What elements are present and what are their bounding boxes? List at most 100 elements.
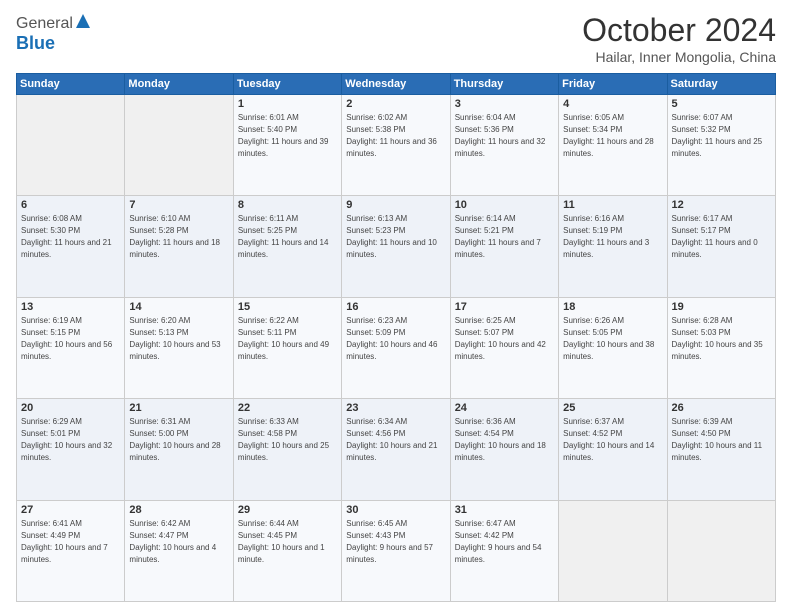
day-info: Sunrise: 6:01 AMSunset: 5:40 PMDaylight:… bbox=[238, 112, 337, 160]
logo: General Blue bbox=[16, 12, 93, 54]
day-number: 17 bbox=[455, 301, 554, 313]
calendar-day bbox=[559, 500, 667, 601]
calendar-day bbox=[125, 95, 233, 196]
day-number: 13 bbox=[21, 301, 120, 313]
day-info: Sunrise: 6:26 AMSunset: 5:05 PMDaylight:… bbox=[563, 315, 662, 363]
calendar-day: 20Sunrise: 6:29 AMSunset: 5:01 PMDayligh… bbox=[17, 399, 125, 500]
logo-icon bbox=[74, 12, 92, 30]
day-info: Sunrise: 6:17 AMSunset: 5:17 PMDaylight:… bbox=[672, 213, 771, 261]
logo-general-text: General bbox=[16, 15, 73, 33]
calendar-day bbox=[667, 500, 775, 601]
day-number: 19 bbox=[672, 301, 771, 313]
day-info: Sunrise: 6:41 AMSunset: 4:49 PMDaylight:… bbox=[21, 518, 120, 566]
location: Hailar, Inner Mongolia, China bbox=[582, 49, 776, 65]
day-number: 8 bbox=[238, 199, 337, 211]
day-number: 15 bbox=[238, 301, 337, 313]
calendar-day: 17 Sunrise: 6:25 AMSunset: 5:07 PMDayligh… bbox=[450, 297, 558, 398]
day-header-tuesday: Tuesday bbox=[233, 74, 341, 95]
calendar-day: 1Sunrise: 6:01 AMSunset: 5:40 PMDaylight… bbox=[233, 95, 341, 196]
calendar-day: 16Sunrise: 6:23 AMSunset: 5:09 PMDayligh… bbox=[342, 297, 450, 398]
calendar-day: 5 Sunrise: 6:07 AMSunset: 5:32 PMDaylight… bbox=[667, 95, 775, 196]
calendar-day: 21 Sunrise: 6:31 AMSunset: 5:00 PMDayligh… bbox=[125, 399, 233, 500]
calendar-day: 26 Sunrise: 6:39 AMSunset: 4:50 PMDayligh… bbox=[667, 399, 775, 500]
day-header-wednesday: Wednesday bbox=[342, 74, 450, 95]
day-number: 21 bbox=[129, 402, 228, 414]
day-info: Sunrise: 6:19 AMSunset: 5:15 PMDaylight:… bbox=[21, 315, 120, 363]
calendar-week-4: 20Sunrise: 6:29 AMSunset: 5:01 PMDayligh… bbox=[17, 399, 776, 500]
day-info: Sunrise: 6:36 AMSunset: 4:54 PMDaylight:… bbox=[455, 416, 554, 464]
day-info: Sunrise: 6:04 AMSunset: 5:36 PMDaylight:… bbox=[455, 112, 554, 160]
day-number: 10 bbox=[455, 199, 554, 211]
day-number: 6 bbox=[21, 199, 120, 211]
calendar-day: 12 Sunrise: 6:17 AMSunset: 5:17 PMDayligh… bbox=[667, 196, 775, 297]
day-number: 16 bbox=[346, 301, 445, 313]
day-number: 24 bbox=[455, 402, 554, 414]
day-number: 22 bbox=[238, 402, 337, 414]
calendar-day: 13 Sunrise: 6:19 AMSunset: 5:15 PMDayligh… bbox=[17, 297, 125, 398]
day-info: Sunrise: 6:11 AMSunset: 5:25 PMDaylight:… bbox=[238, 213, 337, 261]
day-info: Sunrise: 6:25 AMSunset: 5:07 PMDaylight:… bbox=[455, 315, 554, 363]
day-info: Sunrise: 6:07 AMSunset: 5:32 PMDaylight:… bbox=[672, 112, 771, 160]
calendar-day: 10 Sunrise: 6:14 AMSunset: 5:21 PMDayligh… bbox=[450, 196, 558, 297]
day-info: Sunrise: 6:39 AMSunset: 4:50 PMDaylight:… bbox=[672, 416, 771, 464]
day-number: 26 bbox=[672, 402, 771, 414]
month-title: October 2024 bbox=[582, 12, 776, 49]
calendar-day: 11 Sunrise: 6:16 AMSunset: 5:19 PMDayligh… bbox=[559, 196, 667, 297]
day-number: 29 bbox=[238, 504, 337, 516]
page: General Blue October 2024 Hailar, Inner … bbox=[0, 0, 792, 612]
title-area: October 2024 Hailar, Inner Mongolia, Chi… bbox=[582, 12, 776, 65]
day-number: 31 bbox=[455, 504, 554, 516]
day-number: 18 bbox=[563, 301, 662, 313]
calendar-week-5: 27 Sunrise: 6:41 AMSunset: 4:49 PMDayligh… bbox=[17, 500, 776, 601]
day-info: Sunrise: 6:45 AMSunset: 4:43 PMDaylight:… bbox=[346, 518, 445, 566]
calendar-day: 25 Sunrise: 6:37 AMSunset: 4:52 PMDayligh… bbox=[559, 399, 667, 500]
day-number: 4 bbox=[563, 98, 662, 110]
day-number: 11 bbox=[563, 199, 662, 211]
calendar-day: 29 Sunrise: 6:44 AMSunset: 4:45 PMDayligh… bbox=[233, 500, 341, 601]
calendar-day: 19 Sunrise: 6:28 AMSunset: 5:03 PMDayligh… bbox=[667, 297, 775, 398]
day-info: Sunrise: 6:16 AMSunset: 5:19 PMDaylight:… bbox=[563, 213, 662, 261]
day-number: 27 bbox=[21, 504, 120, 516]
day-info: Sunrise: 6:29 AMSunset: 5:01 PMDaylight:… bbox=[21, 416, 120, 464]
day-info: Sunrise: 6:20 AMSunset: 5:13 PMDaylight:… bbox=[129, 315, 228, 363]
calendar-day: 2Sunrise: 6:02 AMSunset: 5:38 PMDaylight… bbox=[342, 95, 450, 196]
day-info: Sunrise: 6:37 AMSunset: 4:52 PMDaylight:… bbox=[563, 416, 662, 464]
day-number: 30 bbox=[346, 504, 445, 516]
calendar-week-1: 1Sunrise: 6:01 AMSunset: 5:40 PMDaylight… bbox=[17, 95, 776, 196]
calendar-day: 23Sunrise: 6:34 AMSunset: 4:56 PMDayligh… bbox=[342, 399, 450, 500]
calendar-day: 27 Sunrise: 6:41 AMSunset: 4:49 PMDayligh… bbox=[17, 500, 125, 601]
calendar-day: 31Sunrise: 6:47 AMSunset: 4:42 PMDayligh… bbox=[450, 500, 558, 601]
day-info: Sunrise: 6:14 AMSunset: 5:21 PMDaylight:… bbox=[455, 213, 554, 261]
day-info: Sunrise: 6:05 AMSunset: 5:34 PMDaylight:… bbox=[563, 112, 662, 160]
calendar-table: SundayMondayTuesdayWednesdayThursdayFrid… bbox=[16, 73, 776, 602]
day-number: 25 bbox=[563, 402, 662, 414]
day-info: Sunrise: 6:34 AMSunset: 4:56 PMDaylight:… bbox=[346, 416, 445, 464]
calendar-header-row: SundayMondayTuesdayWednesdayThursdayFrid… bbox=[17, 74, 776, 95]
day-number: 3 bbox=[455, 98, 554, 110]
calendar-day: 24 Sunrise: 6:36 AMSunset: 4:54 PMDayligh… bbox=[450, 399, 558, 500]
day-header-thursday: Thursday bbox=[450, 74, 558, 95]
calendar-day: 28Sunrise: 6:42 AMSunset: 4:47 PMDayligh… bbox=[125, 500, 233, 601]
day-info: Sunrise: 6:02 AMSunset: 5:38 PMDaylight:… bbox=[346, 112, 445, 160]
calendar-week-2: 6 Sunrise: 6:08 AMSunset: 5:30 PMDaylight… bbox=[17, 196, 776, 297]
calendar-day: 30 Sunrise: 6:45 AMSunset: 4:43 PMDayligh… bbox=[342, 500, 450, 601]
day-info: Sunrise: 6:08 AMSunset: 5:30 PMDaylight:… bbox=[21, 213, 120, 261]
day-number: 14 bbox=[129, 301, 228, 313]
day-number: 5 bbox=[672, 98, 771, 110]
day-info: Sunrise: 6:44 AMSunset: 4:45 PMDaylight:… bbox=[238, 518, 337, 566]
day-number: 12 bbox=[672, 199, 771, 211]
calendar-day: 9Sunrise: 6:13 AMSunset: 5:23 PMDaylight… bbox=[342, 196, 450, 297]
calendar-day: 14 Sunrise: 6:20 AMSunset: 5:13 PMDayligh… bbox=[125, 297, 233, 398]
day-info: Sunrise: 6:13 AMSunset: 5:23 PMDaylight:… bbox=[346, 213, 445, 261]
day-info: Sunrise: 6:31 AMSunset: 5:00 PMDaylight:… bbox=[129, 416, 228, 464]
day-info: Sunrise: 6:42 AMSunset: 4:47 PMDaylight:… bbox=[129, 518, 228, 566]
calendar-day: 22Sunrise: 6:33 AMSunset: 4:58 PMDayligh… bbox=[233, 399, 341, 500]
calendar-day: 18 Sunrise: 6:26 AMSunset: 5:05 PMDayligh… bbox=[559, 297, 667, 398]
calendar-day: 8 Sunrise: 6:11 AMSunset: 5:25 PMDaylight… bbox=[233, 196, 341, 297]
day-info: Sunrise: 6:28 AMSunset: 5:03 PMDaylight:… bbox=[672, 315, 771, 363]
calendar-day: 7Sunrise: 6:10 AMSunset: 5:28 PMDaylight… bbox=[125, 196, 233, 297]
calendar-day: 6 Sunrise: 6:08 AMSunset: 5:30 PMDaylight… bbox=[17, 196, 125, 297]
calendar-day: 15Sunrise: 6:22 AMSunset: 5:11 PMDayligh… bbox=[233, 297, 341, 398]
day-info: Sunrise: 6:10 AMSunset: 5:28 PMDaylight:… bbox=[129, 213, 228, 261]
day-header-friday: Friday bbox=[559, 74, 667, 95]
